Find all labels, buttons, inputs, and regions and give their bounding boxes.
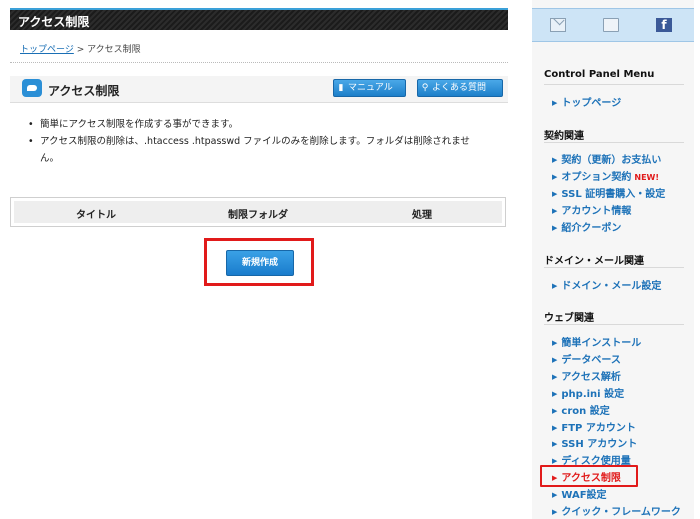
folder-icon[interactable] <box>603 18 619 32</box>
list-item: 簡単にアクセス制限を作成する事ができます。 <box>28 116 488 133</box>
manual-button[interactable]: ▮ マニュアル <box>333 79 406 97</box>
sidebar-item-highlight <box>540 465 638 487</box>
sidebar-item-quick-framework[interactable]: ▶ クイック・フレームワーク <box>552 503 681 518</box>
create-new-button[interactable]: 新規作成 <box>226 250 294 276</box>
breadcrumb-divider <box>10 62 508 63</box>
sidebar-item-payment[interactable]: ▶ 契約（更新）お支払い <box>552 151 661 166</box>
sidebar-item-option[interactable]: ▶ オプション契約 NEW! <box>552 168 659 183</box>
breadcrumb-home-link[interactable]: トップページ <box>20 45 74 55</box>
sidebar-item-ftp[interactable]: ▶ FTP アカウント <box>552 419 636 434</box>
search-icon: ⚲ <box>421 83 429 93</box>
sidebar-icon-bar: f <box>532 8 694 42</box>
breadcrumb-separator: > <box>76 45 85 55</box>
section-title: アクセス制限 <box>48 84 120 98</box>
sidebar-item-waf[interactable]: ▶ WAF設定 <box>552 486 607 501</box>
column-header-title: タイトル <box>76 210 116 221</box>
manual-button-label: マニュアル <box>348 83 393 93</box>
table-header-row: タイトル 制限フォルダ 処理 <box>14 201 502 223</box>
faq-button-label: よくある質問 <box>432 83 487 93</box>
description-list: 簡単にアクセス制限を作成する事ができます。 アクセス制限の削除は、.htacce… <box>28 116 488 167</box>
sidebar-divider <box>544 324 684 325</box>
sidebar-item-easy-install[interactable]: ▶ 簡単インストール <box>552 334 641 349</box>
column-header-action: 処理 <box>412 210 432 221</box>
mail-icon[interactable] <box>550 18 566 32</box>
sidebar-item-analytics[interactable]: ▶ アクセス解析 <box>552 368 621 383</box>
sidebar-item-ssl[interactable]: ▶ SSL 証明書購入・設定 <box>552 185 665 200</box>
breadcrumb: トップページ > アクセス制限 <box>20 42 141 55</box>
sidebar-divider <box>544 84 684 85</box>
speech-bubble-icon <box>22 79 42 97</box>
book-icon: ▮ <box>338 83 344 93</box>
sidebar-item-cron[interactable]: ▶ cron 設定 <box>552 402 610 417</box>
access-restriction-table: タイトル 制限フォルダ 処理 <box>10 197 506 227</box>
column-header-folder: 制限フォルダ <box>228 210 288 221</box>
sidebar: f Control Panel Menu ▶ トップページ 契約関連 ▶ 契約（更新… <box>532 0 694 519</box>
new-badge: NEW! <box>634 173 660 182</box>
sidebar-item-account[interactable]: ▶ アカウント情報 <box>552 202 631 217</box>
page-title-bar: アクセス制限 <box>10 8 508 30</box>
sidebar-divider <box>544 267 684 268</box>
sidebar-item-coupon[interactable]: ▶ 紹介クーポン <box>552 219 621 234</box>
sidebar-item-php-ini[interactable]: ▶ php.ini 設定 <box>552 385 624 400</box>
page-title: アクセス制限 <box>18 15 90 29</box>
sidebar-item-domain-mail[interactable]: ▶ ドメイン・メール設定 <box>552 277 661 292</box>
sidebar-menu-title: Control Panel Menu <box>544 69 655 80</box>
sidebar-divider <box>544 142 684 143</box>
section-header: アクセス制限 ▮ マニュアル ⚲ よくある質問 <box>10 76 508 103</box>
facebook-icon[interactable]: f <box>656 18 672 32</box>
sidebar-group-title-web: ウェブ関連 <box>544 313 594 324</box>
breadcrumb-current: アクセス制限 <box>87 45 141 55</box>
sidebar-item-database[interactable]: ▶ データベース <box>552 351 621 366</box>
sidebar-group-title-domain: ドメイン・メール関連 <box>544 256 644 267</box>
sidebar-group-title-contract: 契約関連 <box>544 131 584 142</box>
sidebar-item-ssh[interactable]: ▶ SSH アカウント <box>552 435 637 450</box>
faq-button[interactable]: ⚲ よくある質問 <box>417 79 503 97</box>
sidebar-item-top[interactable]: ▶ トップページ <box>552 94 621 109</box>
main-content: アクセス制限 トップページ > アクセス制限 アクセス制限 ▮ マニュアル ⚲ よく… <box>10 0 508 519</box>
list-item: アクセス制限の削除は、.htaccess .htpasswd ファイルのみを削除… <box>28 133 488 167</box>
